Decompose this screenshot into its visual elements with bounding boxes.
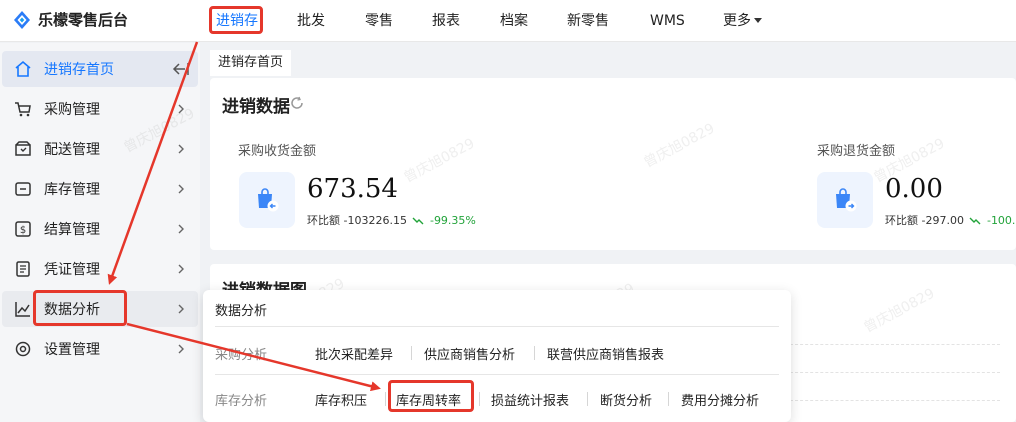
chart-gridline	[790, 400, 1000, 401]
metric-value-receipt: 673.54	[307, 174, 398, 204]
compare-value: -103226.15	[343, 214, 407, 227]
sidebar-item-inventory[interactable]: 库存管理	[2, 171, 198, 207]
bag-in-icon	[258, 188, 279, 212]
menu-separator	[587, 392, 588, 406]
sidebar-item-label: 凭证管理	[44, 262, 100, 278]
caret-down-icon	[754, 17, 762, 23]
svg-text:$: $	[20, 225, 26, 236]
dropdown-group-purchase-analysis: 采购分析	[215, 348, 268, 363]
refresh-icon[interactable]	[290, 96, 304, 110]
nav-item-dangan[interactable]: 档案	[500, 11, 528, 31]
gear-icon	[15, 341, 31, 357]
top-bar: 乐檬零售后台 进销存 批发 零售 报表 档案 新零售 WMS 更多	[0, 0, 1016, 42]
dropdown-title: 数据分析	[215, 304, 268, 319]
menu-item-cost-allocation[interactable]: 费用分摊分析	[681, 390, 759, 409]
sidebar: 进销存首页 采购管理 配送管理 库存管理 $ 结算管理 凭证管理 数据分析 设置…	[0, 43, 200, 422]
compare-pct: -100.0	[986, 214, 1016, 227]
compare-label: 环比额	[885, 214, 918, 227]
sidebar-item-purchase[interactable]: 采购管理	[2, 91, 198, 127]
brand-name: 乐檬零售后台	[38, 11, 129, 29]
chart-gridline	[790, 372, 1000, 373]
menu-separator	[534, 346, 535, 360]
trend-down-icon	[969, 217, 981, 225]
sidebar-item-label: 结算管理	[44, 222, 100, 238]
tab-home[interactable]: 进销存首页	[210, 50, 292, 76]
dropdown-divider	[215, 326, 779, 327]
brand[interactable]: 乐檬零售后台	[12, 9, 128, 30]
dropdown-divider	[215, 374, 779, 375]
nav-item-baobiao[interactable]: 报表	[432, 11, 460, 31]
delivery-icon	[15, 141, 31, 156]
sidebar-item-voucher[interactable]: 凭证管理	[2, 251, 198, 287]
collapse-sidebar-icon[interactable]	[172, 62, 190, 76]
nav-item-pifa[interactable]: 批发	[297, 11, 325, 31]
menu-item-stock-backlog[interactable]: 库存积压	[315, 390, 367, 409]
metric-tile-return	[817, 172, 873, 228]
compare-pct: -99.35%	[429, 214, 476, 227]
cart-icon	[15, 102, 31, 117]
menu-item-batch-diff[interactable]: 批次采配差异	[315, 344, 393, 363]
nav-item-lingshou[interactable]: 零售	[365, 11, 393, 31]
sidebar-item-label: 进销存首页	[44, 62, 114, 78]
purchase-sales-card: 进销数据 采购收货金额 673.54 环比额 -103226.15 -99.35…	[210, 78, 1016, 250]
chart-gridline	[790, 344, 1000, 345]
brand-logo-icon	[14, 10, 30, 29]
menu-item-supplier-sales[interactable]: 供应商销售分析	[424, 344, 515, 363]
sidebar-item-home[interactable]: 进销存首页	[2, 51, 198, 87]
menu-separator	[385, 392, 386, 406]
sidebar-item-label: 采购管理	[44, 102, 100, 118]
line-chart-icon	[15, 302, 30, 317]
menu-separator	[479, 392, 480, 406]
chevron-right-icon	[178, 184, 184, 194]
menu-item-stockout-analysis[interactable]: 断货分析	[600, 390, 652, 409]
nav-more-label: 更多	[723, 13, 751, 29]
chevron-right-icon	[178, 144, 184, 154]
metric-value-return: 0.00	[885, 174, 943, 204]
settlement-icon: $	[15, 221, 31, 237]
metric-compare-return: 环比额 -297.00 -100.0	[885, 212, 1016, 228]
bag-out-icon	[836, 188, 857, 212]
sidebar-item-label: 库存管理	[44, 182, 100, 198]
menu-item-joint-supplier-report[interactable]: 联营供应商销售报表	[547, 344, 664, 363]
metric-label-return: 采购退货金额	[817, 144, 896, 159]
nav-item-xinlingshou[interactable]: 新零售	[567, 11, 609, 31]
nav-item-more[interactable]: 更多	[723, 11, 762, 31]
trend-down-icon	[412, 217, 424, 225]
annotation-box-data-analysis	[33, 290, 127, 326]
dropdown-group-inventory-analysis: 库存分析	[215, 394, 268, 409]
metric-tile-receipt	[239, 172, 295, 228]
section-title: 进销数据	[222, 97, 290, 117]
sidebar-item-settings[interactable]: 设置管理	[2, 331, 198, 367]
inventory-icon	[15, 182, 31, 196]
chevron-right-icon	[178, 344, 184, 354]
annotation-box-turnover-rate	[388, 380, 474, 412]
compare-label: 环比额	[307, 214, 340, 227]
metric-compare-receipt: 环比额 -103226.15 -99.35%	[307, 212, 476, 228]
home-icon	[15, 60, 31, 77]
nav-item-wms[interactable]: WMS	[650, 11, 685, 31]
sidebar-item-settlement[interactable]: $ 结算管理	[2, 211, 198, 247]
menu-item-profit-loss-report[interactable]: 损益统计报表	[491, 390, 569, 409]
menu-separator	[668, 392, 669, 406]
menu-separator	[411, 346, 412, 360]
voucher-icon	[16, 261, 30, 277]
chevron-right-icon	[178, 264, 184, 274]
sidebar-item-label: 设置管理	[44, 342, 100, 358]
chevron-right-icon	[178, 224, 184, 234]
data-analysis-dropdown: 数据分析 采购分析 批次采配差异 供应商销售分析 联营供应商销售报表 库存分析 …	[203, 290, 791, 422]
sidebar-item-label: 配送管理	[44, 142, 100, 158]
chevron-right-icon	[178, 304, 184, 314]
compare-value: -297.00	[921, 214, 964, 227]
sidebar-item-delivery[interactable]: 配送管理	[2, 131, 198, 167]
metric-label-receipt: 采购收货金额	[238, 144, 317, 159]
chevron-right-icon	[178, 104, 184, 114]
annotation-box-nav	[209, 6, 263, 34]
